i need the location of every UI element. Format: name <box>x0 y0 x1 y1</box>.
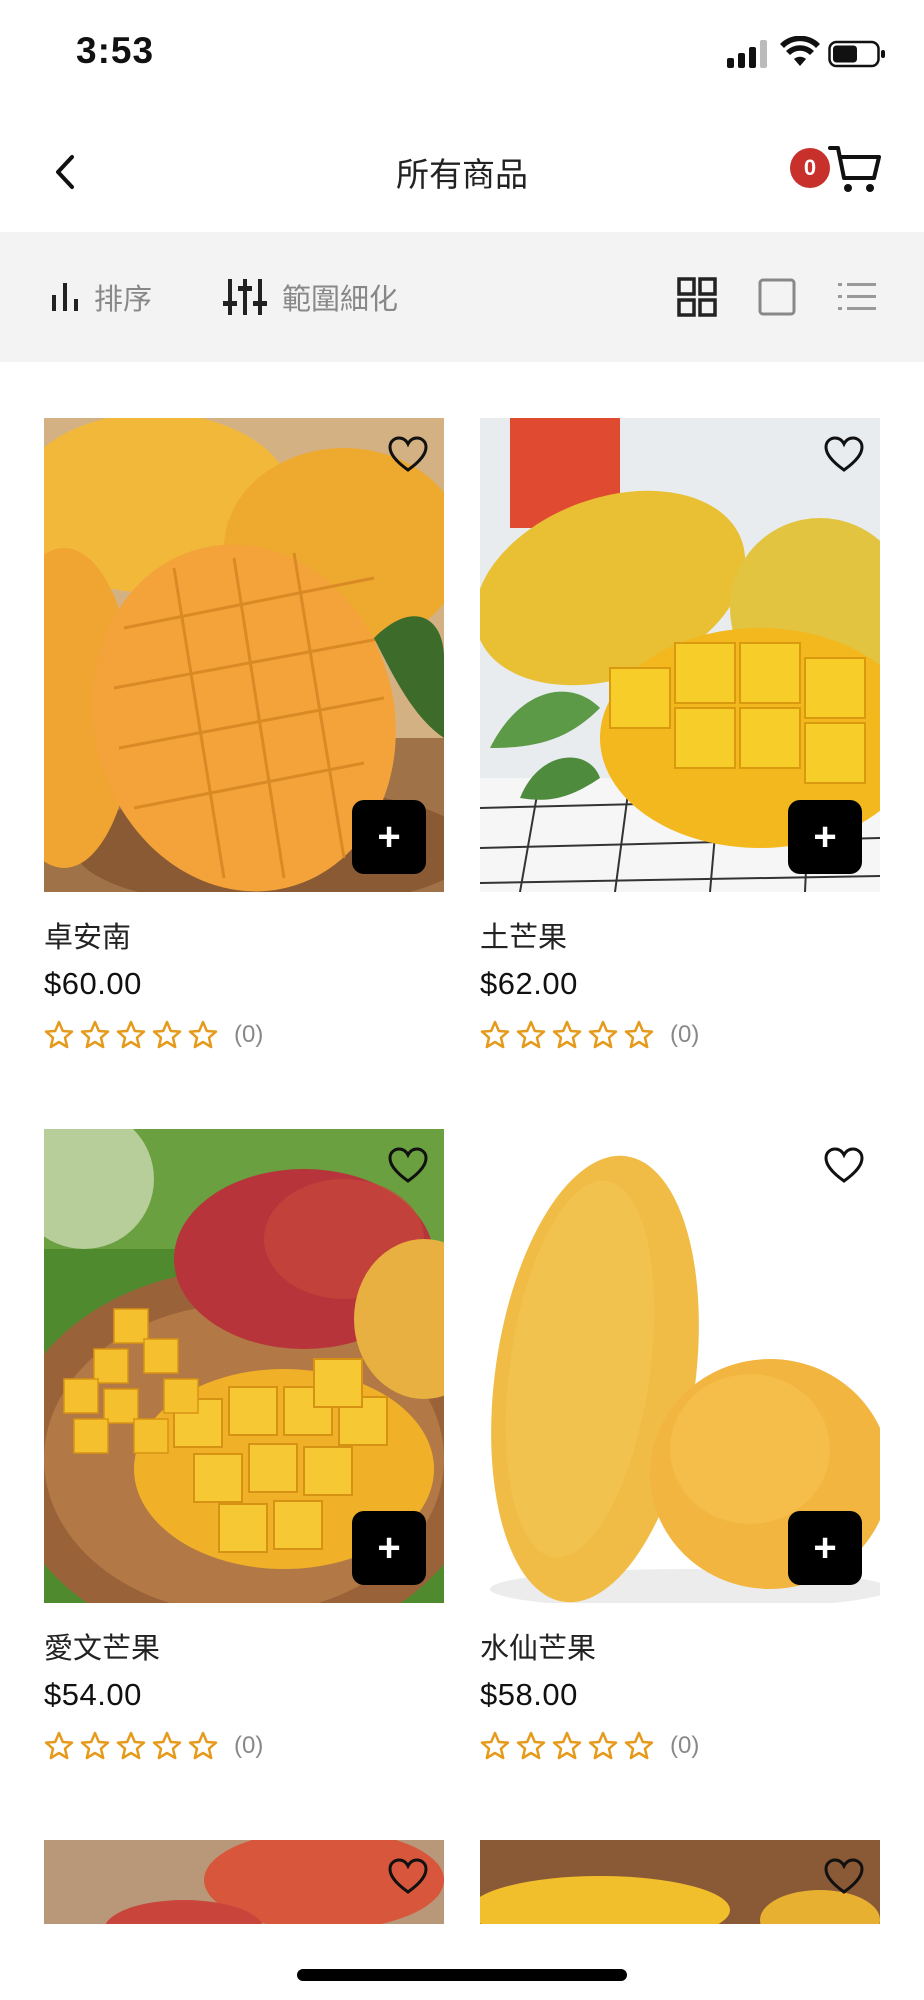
heart-icon <box>388 1858 428 1894</box>
star-icon <box>152 1731 182 1760</box>
star-icon <box>188 1731 218 1760</box>
star-icon <box>116 1731 146 1760</box>
cart-icon <box>828 146 881 192</box>
heart-icon <box>824 1858 864 1894</box>
rating: (0) <box>44 1020 444 1050</box>
product-name[interactable]: 卓安南 <box>44 914 444 956</box>
star-icon <box>80 1020 110 1049</box>
product-image[interactable] <box>44 1840 444 1924</box>
wishlist-button[interactable] <box>388 1858 428 1898</box>
wishlist-button[interactable] <box>388 436 428 476</box>
filter-label: 範圍細化 <box>282 282 399 316</box>
star-icon <box>516 1020 546 1049</box>
star-icon <box>624 1020 654 1049</box>
rating: (0) <box>480 1731 880 1761</box>
rating: (0) <box>480 1020 880 1050</box>
product-image[interactable]: + <box>480 1129 880 1603</box>
review-count: (0) <box>670 1732 700 1759</box>
wishlist-button[interactable] <box>388 1147 428 1187</box>
wishlist-button[interactable] <box>824 1858 864 1898</box>
heart-icon <box>388 436 428 472</box>
star-icon <box>552 1731 582 1760</box>
status-time: 3:53 <box>76 30 155 71</box>
single-view-button[interactable] <box>754 274 800 320</box>
star-icon <box>552 1020 582 1049</box>
product-image[interactable]: + <box>44 1129 444 1603</box>
plus-icon: + <box>377 815 401 859</box>
product-price: $60.00 <box>44 966 142 1001</box>
filter-button[interactable]: 範圍細化 <box>222 232 398 362</box>
product-card[interactable] <box>44 1840 444 1924</box>
home-indicator[interactable] <box>297 1969 627 1981</box>
star-icon <box>624 1731 654 1760</box>
list-view-button[interactable] <box>834 274 880 320</box>
product-price: $62.00 <box>480 966 578 1001</box>
list-view-icon <box>838 283 876 310</box>
product-name[interactable]: 水仙芒果 <box>480 1625 880 1667</box>
screen: 3:53 所有商品 0 排序 範圍細化 + 卓安南 $60.00 (0) + 土… <box>0 0 924 2000</box>
status-bar: 3:53 <box>0 0 924 110</box>
mango-photo-partial <box>44 1840 444 1924</box>
star-icon <box>80 1731 110 1760</box>
star-icon <box>516 1731 546 1760</box>
mango-photo-partial <box>480 1840 880 1924</box>
product-image[interactable]: + <box>480 418 880 892</box>
battery-icon <box>828 40 885 68</box>
review-count: (0) <box>234 1732 264 1759</box>
star-icon <box>152 1020 182 1049</box>
cellular-signal-icon <box>727 40 771 68</box>
cart-count-badge: 0 <box>790 148 830 188</box>
bar-chart-icon <box>52 283 78 311</box>
product-card[interactable]: + 水仙芒果 $58.00 (0) <box>480 1129 880 1761</box>
rating: (0) <box>44 1731 444 1761</box>
product-name[interactable]: 愛文芒果 <box>44 1625 444 1667</box>
product-price: $58.00 <box>480 1677 578 1712</box>
star-icon <box>480 1020 510 1049</box>
star-icon <box>188 1020 218 1049</box>
cart-button[interactable]: 0 <box>786 138 886 208</box>
wishlist-button[interactable] <box>824 436 864 476</box>
star-icon <box>588 1731 618 1760</box>
wifi-icon <box>780 36 820 66</box>
product-name[interactable]: 土芒果 <box>480 914 880 956</box>
toolbar: 排序 範圍細化 <box>0 232 924 362</box>
star-icon <box>480 1731 510 1760</box>
product-price: $54.00 <box>44 1677 142 1712</box>
add-to-cart-button[interactable]: + <box>352 1511 426 1585</box>
product-image[interactable]: + <box>44 418 444 892</box>
add-to-cart-button[interactable]: + <box>352 800 426 874</box>
star-icon <box>116 1020 146 1049</box>
plus-icon: + <box>813 1526 837 1570</box>
plus-icon: + <box>813 815 837 859</box>
wishlist-button[interactable] <box>824 1147 864 1187</box>
star-icon <box>44 1020 74 1049</box>
star-icon <box>44 1731 74 1760</box>
sliders-icon <box>223 279 267 315</box>
single-view-icon <box>758 278 796 316</box>
product-card[interactable]: + 土芒果 $62.00 (0) <box>480 418 880 1050</box>
add-to-cart-button[interactable]: + <box>788 800 862 874</box>
review-count: (0) <box>234 1021 264 1048</box>
product-card[interactable] <box>480 1840 880 1924</box>
star-icon <box>588 1020 618 1049</box>
grid-view-icon <box>677 277 717 317</box>
review-count: (0) <box>670 1021 700 1048</box>
plus-icon: + <box>377 1526 401 1570</box>
heart-icon <box>388 1147 428 1183</box>
product-card[interactable]: + 愛文芒果 $54.00 (0) <box>44 1129 444 1761</box>
sort-label: 排序 <box>94 282 153 316</box>
app-header: 所有商品 0 <box>0 110 924 232</box>
heart-icon <box>824 1147 864 1183</box>
grid-view-button[interactable] <box>674 274 720 320</box>
heart-icon <box>824 436 864 472</box>
add-to-cart-button[interactable]: + <box>788 1511 862 1585</box>
sort-button[interactable]: 排序 <box>50 232 152 362</box>
product-card[interactable]: + 卓安南 $60.00 (0) <box>44 418 444 1050</box>
product-image[interactable] <box>480 1840 880 1924</box>
